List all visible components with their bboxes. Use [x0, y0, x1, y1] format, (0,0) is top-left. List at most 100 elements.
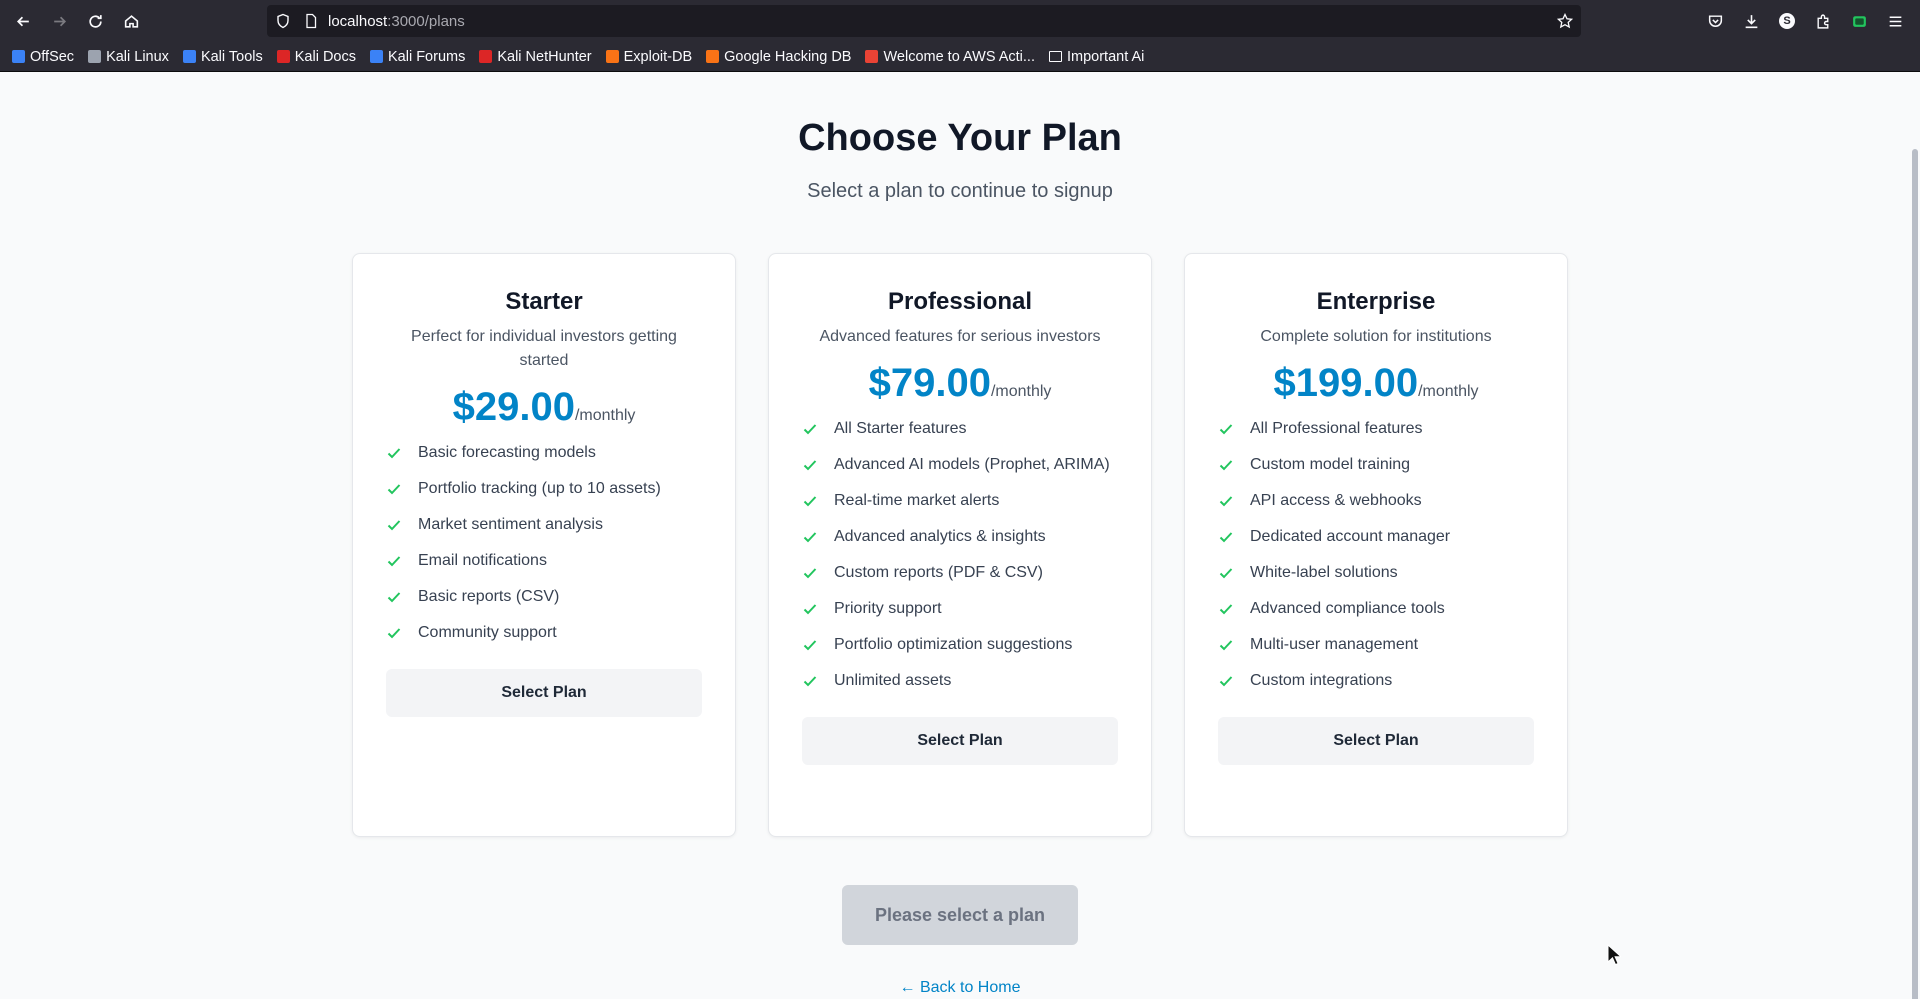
bookmark-item[interactable]: Important Ai — [1048, 49, 1144, 65]
check-icon — [802, 417, 822, 441]
bookmark-item[interactable]: Kali Linux — [88, 49, 169, 65]
bookmark-item[interactable]: Google Hacking DB — [706, 49, 851, 65]
bookmark-item[interactable]: Kali Forums — [369, 49, 465, 65]
plan-name: Starter — [505, 288, 583, 315]
plan-description: Advanced features for serious investors — [819, 328, 1101, 345]
plan-period: /monthly — [990, 383, 1052, 400]
pocket-icon[interactable] — [1705, 11, 1725, 31]
check-icon — [1218, 633, 1238, 657]
bookmark-item[interactable]: Welcome to AWS Acti... — [865, 49, 1035, 65]
feature-item: Basic reports (CSV) — [386, 585, 702, 609]
plan-card-body: Enterprise Complete solution for institut… — [1185, 254, 1567, 765]
bookmark-favicon-icon — [605, 50, 619, 63]
check-icon — [386, 585, 406, 609]
feature-item: All Starter features — [802, 417, 1118, 441]
bookmark-item[interactable]: Kali Tools — [182, 48, 263, 65]
page-content: Choose Your Plan Select a plan to contin… — [0, 73, 1920, 999]
check-icon — [386, 477, 406, 501]
folder-icon — [1048, 51, 1062, 62]
feature-item: Basic forecasting models — [386, 441, 702, 465]
plan-card-starter[interactable]: Starter Perfect for individual investors … — [352, 253, 736, 837]
account-icon[interactable]: S — [1777, 11, 1797, 31]
feature-text: Real-time market alerts — [834, 492, 1000, 509]
bookmark-item[interactable]: Kali NetHunter — [479, 49, 592, 65]
bookmark-label: Google Hacking DB — [724, 48, 852, 65]
feature-text: Advanced compliance tools — [1250, 600, 1445, 617]
feature-text: Community support — [418, 624, 557, 641]
bookmark-favicon-icon — [706, 50, 720, 63]
back-to-home-link[interactable]: ← Back to Home — [0, 979, 1920, 997]
check-icon — [802, 669, 822, 693]
feature-text: Basic forecasting models — [418, 444, 596, 461]
check-icon — [1218, 669, 1238, 693]
feature-text: Email notifications — [418, 552, 547, 569]
select-plan-button[interactable]: Select Plan — [1218, 717, 1534, 765]
feature-item: Community support — [386, 621, 702, 645]
check-icon — [802, 633, 822, 657]
feature-item: Real-time market alerts — [802, 489, 1118, 513]
check-icon — [802, 525, 822, 549]
check-icon — [1218, 597, 1238, 621]
bookmark-label: Kali Tools — [200, 48, 263, 65]
home-icon[interactable] — [117, 7, 145, 35]
check-icon — [1218, 417, 1238, 441]
plan-card-body: Starter Perfect for individual investors … — [353, 254, 735, 717]
forward-arrow-icon[interactable] — [45, 7, 73, 35]
bookmark-label: Welcome to AWS Acti... — [883, 48, 1035, 65]
bookmark-favicon-icon — [88, 50, 102, 63]
bookmark-item[interactable]: OffSec — [12, 49, 74, 65]
feature-item: White-label solutions — [1218, 561, 1534, 585]
bookmark-label: Kali Docs — [294, 48, 356, 65]
plan-features: All Professional features Custom model tr… — [1218, 417, 1534, 693]
plan-card-professional[interactable]: Professional Advanced features for seriou… — [768, 253, 1152, 837]
feature-text: Advanced analytics & insights — [834, 528, 1046, 545]
continue-button[interactable]: Please select a plan — [842, 885, 1078, 945]
extensions-icon[interactable] — [1813, 11, 1833, 31]
check-icon — [386, 621, 406, 645]
plan-period: /monthly — [1418, 383, 1479, 400]
feature-text: Custom integrations — [1250, 672, 1393, 689]
plan-price-row: $79.00/monthly — [802, 357, 1118, 409]
menu-icon[interactable] — [1885, 11, 1905, 31]
feature-text: Custom model training — [1250, 456, 1411, 473]
select-plan-button[interactable]: Select Plan — [802, 717, 1118, 765]
extension-status-icon[interactable] — [1849, 11, 1869, 31]
bookmark-item[interactable]: Kali Docs — [276, 48, 356, 65]
feature-text: White-label solutions — [1250, 564, 1398, 581]
bookmark-star-icon[interactable] — [1556, 12, 1574, 34]
feature-item: Advanced compliance tools — [1218, 597, 1534, 621]
bookmark-item[interactable]: Exploit-DB — [605, 48, 693, 65]
url-bar[interactable]: localhost:3000/plans — [267, 5, 1581, 37]
check-icon — [1218, 561, 1238, 585]
feature-item: Advanced AI models (Prophet, ARIMA) — [802, 453, 1118, 477]
reload-icon[interactable] — [81, 7, 109, 35]
plan-description: Perfect for individual investors getting… — [411, 328, 677, 369]
download-icon[interactable] — [1741, 11, 1761, 31]
feature-text: Portfolio optimization suggestions — [834, 636, 1073, 653]
feature-text: Custom reports (PDF & CSV) — [834, 564, 1043, 581]
feature-text: Dedicated account manager — [1250, 528, 1451, 545]
check-icon — [1218, 489, 1238, 513]
bookmark-label: Exploit-DB — [623, 48, 693, 65]
check-icon — [802, 453, 822, 477]
select-plan-button[interactable]: Select Plan — [386, 669, 702, 717]
feature-item: Unlimited assets — [802, 669, 1118, 693]
mouse-cursor-icon — [1607, 944, 1621, 966]
page-title: Choose Your Plan — [798, 117, 1122, 159]
page-scrollbar[interactable] — [1912, 149, 1918, 999]
plan-name: Professional — [887, 288, 1033, 315]
shield-icon[interactable] — [275, 13, 291, 34]
feature-item: All Professional features — [1218, 417, 1534, 441]
feature-text: API access & webhooks — [1250, 492, 1422, 509]
plan-card-enterprise[interactable]: Enterprise Complete solution for institut… — [1184, 253, 1568, 837]
plan-price: $199.00 — [1273, 361, 1419, 405]
page-subtitle: Select a plan to continue to signup — [807, 180, 1113, 202]
check-icon — [1218, 453, 1238, 477]
bookmark-favicon-icon — [182, 50, 196, 63]
check-icon — [802, 561, 822, 585]
plan-card-body: Professional Advanced features for seriou… — [769, 254, 1151, 765]
plan-price: $79.00 — [868, 361, 991, 405]
back-arrow-icon[interactable] — [9, 7, 37, 35]
url-text[interactable]: localhost:3000/plans — [328, 13, 465, 30]
feature-item: Email notifications — [386, 549, 702, 573]
